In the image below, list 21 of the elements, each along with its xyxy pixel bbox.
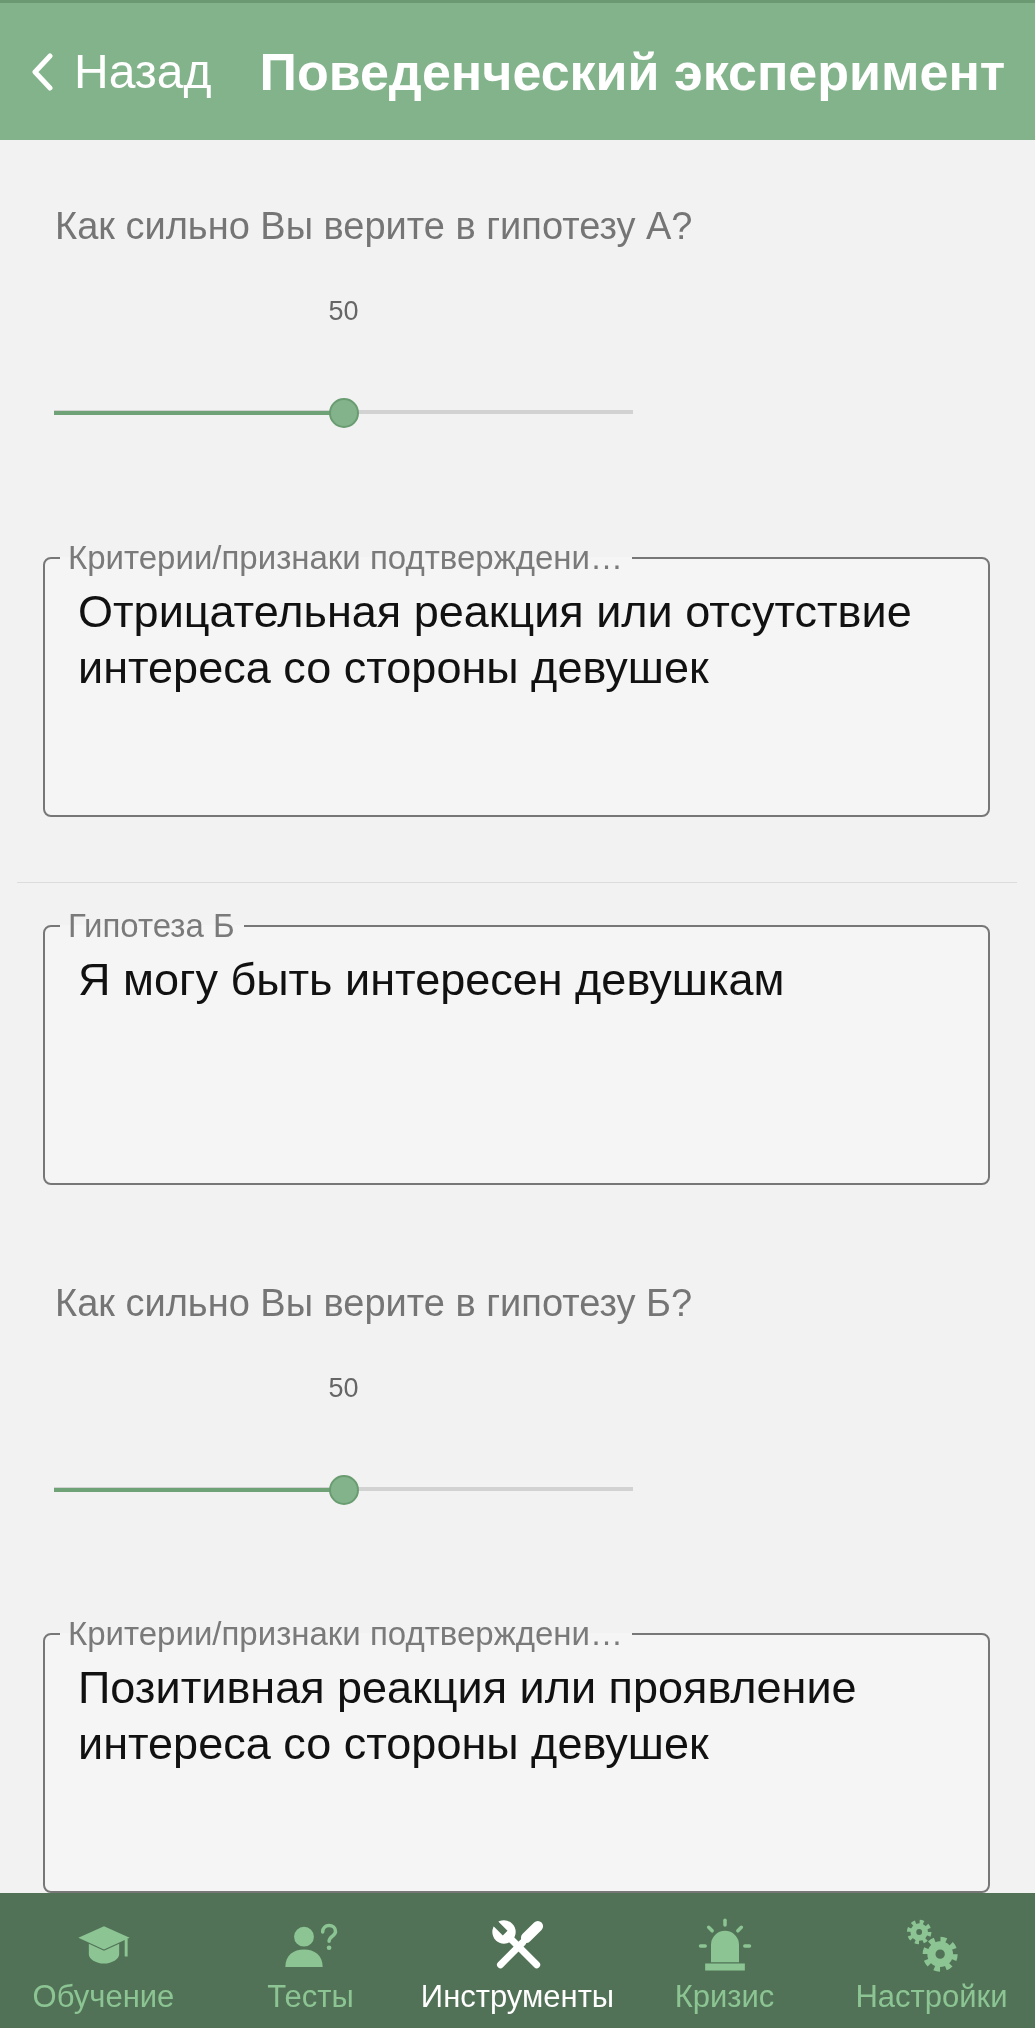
- nav-tab[interactable]: Инструменты: [414, 1893, 621, 2028]
- field-label: Критерии/признаки подтверждени…: [67, 1617, 624, 1651]
- slider-thumb[interactable]: [328, 1474, 359, 1505]
- question-text: Как сильно Вы верите в гипотезу А?: [55, 206, 694, 246]
- slider-value: 50: [328, 295, 359, 328]
- field-value: Отрицательная реакция или отсутствие интереса со стороны девушек: [78, 584, 913, 695]
- field-value: Позитивная реакция или проявление интереса со стороны девушек: [78, 1661, 858, 1771]
- back-button[interactable]: Назад: [30, 44, 212, 99]
- field-value: Я могу быть интересен девушкам: [78, 952, 786, 1007]
- slider-thumb[interactable]: [328, 398, 359, 428]
- question-text: Как сильно Вы верите в гипотезу Б?: [55, 1282, 694, 1323]
- alarm-light-icon: [696, 1918, 753, 1974]
- screen-title: Поведенческий эксперимент: [259, 41, 1006, 102]
- nav-tab[interactable]: Обучение: [0, 1893, 207, 2028]
- chevron-left-icon: [30, 52, 54, 91]
- slider-value: 50: [328, 1371, 359, 1405]
- field-label: Критерии/признаки подтверждени…: [67, 540, 624, 575]
- field-label: Гипотеза Б: [67, 908, 236, 943]
- nav-tab[interactable]: Настройки: [828, 1893, 1035, 2028]
- nav-tab[interactable]: Тесты: [207, 1893, 414, 2028]
- nav-tab[interactable]: Кризис: [621, 1893, 828, 2028]
